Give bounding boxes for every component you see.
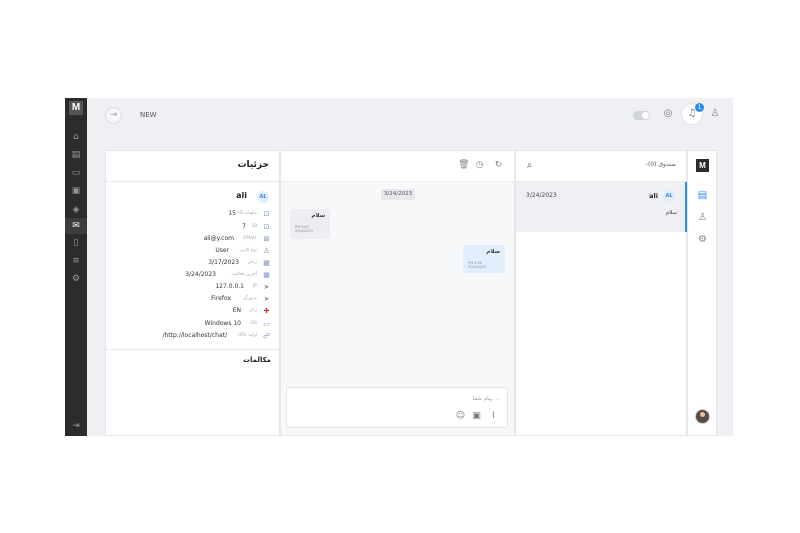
lock-icon: ⊡ [263, 223, 270, 231]
detail-row: ▦ آخرین فعالیت 3/24/2023 [185, 271, 270, 279]
send-icon: ➤ [263, 295, 270, 303]
avatar: AL [257, 191, 269, 203]
conversation-preview: سلام [665, 210, 677, 216]
notification-badge: 1 [695, 103, 704, 112]
right-icon-column: M ▤ ♙ ⚙ [687, 150, 717, 436]
divider [106, 349, 279, 350]
trash-icon[interactable]: 🗑 [458, 160, 469, 171]
app-logo: M [69, 101, 83, 115]
conversation-date: 3/24/2023 [526, 192, 557, 199]
phone-icon[interactable]: ▯ [70, 237, 82, 249]
details-header: جزئیات [106, 151, 279, 182]
inbox-select[interactable]: صندوق (0) [648, 161, 676, 168]
send-icon: ➤ [263, 283, 270, 291]
details-panel: جزئیات AL ali ⊡ ID ماهیانه 15 ⊡ ID 7 ⊠ E… [105, 150, 280, 436]
inbox-panel: ⌕ ⌄ صندوق (0) 3/24/2023 AL ali سلام [515, 150, 687, 436]
detail-row: ➤ IP 127.0.0.1 [215, 283, 270, 291]
calendar-icon: ▦ [263, 271, 270, 279]
brand-logo: M [696, 159, 709, 172]
document-icon[interactable]: ▤ [70, 149, 82, 161]
paint-bucket-icon[interactable]: ◈ [70, 204, 82, 216]
image-icon[interactable]: ▭ [70, 167, 82, 179]
inbox-header: ⌕ ⌄ صندوق (0) [516, 151, 686, 182]
agent-avatar[interactable] [695, 409, 710, 424]
chat-panel: 🗑 ◷ ↻ 3/24/2023 سلام PM 4:07 3/24/2023 س… [280, 150, 515, 436]
user-icon: ♙ [263, 247, 270, 255]
outgoing-message: سلام PM 4:00 3/24/2023 [463, 245, 505, 273]
avatar: AL [663, 190, 675, 202]
detail-row: ⊡ ID ماهیانه 15 [228, 210, 270, 218]
lock-icon: ⊡ [263, 210, 270, 218]
detail-row: ▭ OS Windows 10 [204, 320, 270, 328]
settings-icon[interactable]: ⚙ [70, 273, 82, 285]
detail-row: ▦ زمان 3/17/2023 [208, 259, 270, 267]
app-window: M ⌂ ▤ ▭ ▣ ◈ ✉ ▯ ≡ ⚙ ⇥ → NEW ◎ ♫ 1 ♙ جزئی… [65, 98, 733, 436]
quick-reply-icon[interactable]: ▣ [471, 411, 482, 422]
flag-icon: ✚ [263, 307, 270, 315]
detail-row: ➤ مرورگر Firefox [211, 295, 270, 303]
detail-row: ✚ زبان EN [232, 307, 270, 315]
top-bar: → NEW ◎ ♫ 1 ♙ [87, 98, 733, 134]
message-input-placeholder[interactable]: پیام شما ... [473, 396, 499, 402]
search-icon[interactable]: ⌕ [524, 160, 535, 171]
logout-icon[interactable]: ⇥ [70, 420, 82, 432]
detail-row: ☍ URL اولیه /http://localhost/chat/ [162, 332, 271, 340]
incoming-message: سلام PM 4:07 3/24/2023 [290, 209, 330, 239]
detail-row: ⊡ ID 7 [242, 223, 270, 231]
arrow-right-icon[interactable]: → [105, 107, 122, 124]
calls-title: مکالمات [242, 356, 271, 364]
clock-icon[interactable]: ◷ [474, 160, 485, 171]
page-title: NEW [140, 111, 157, 119]
theme-toggle[interactable] [633, 111, 650, 120]
message-composer[interactable]: پیام شما ... ☺ ▣ ⌇ [286, 387, 508, 428]
details-title: جزئیات [237, 160, 269, 170]
detail-row: ⊠ EMAIL ali@y.com [203, 235, 270, 243]
mail-icon: ⊠ [263, 235, 270, 243]
conversation-item[interactable]: 3/24/2023 AL ali سلام [516, 182, 687, 232]
chat-header: 🗑 ◷ ↻ [281, 151, 514, 182]
home-icon[interactable]: ⌂ [70, 131, 82, 143]
settings-icon[interactable]: ⚙ [696, 233, 709, 246]
link-icon: ☍ [262, 332, 271, 340]
chat-icon[interactable]: ▤ [696, 189, 709, 202]
side-rail: M ⌂ ▤ ▭ ▣ ◈ ✉ ▯ ≡ ⚙ ⇥ [65, 98, 87, 436]
globe-icon[interactable]: ◎ [662, 108, 674, 120]
emoji-icon[interactable]: ☺ [455, 411, 466, 422]
detail-row: ♙ نوع کاربر User [215, 247, 270, 255]
briefcase-icon[interactable]: ▣ [70, 185, 82, 197]
user-icon[interactable]: ♙ [709, 108, 721, 120]
user-name: ali [236, 191, 247, 200]
user-icon[interactable]: ♙ [696, 211, 709, 224]
refresh-icon[interactable]: ↻ [493, 160, 504, 171]
calendar-icon: ▦ [263, 259, 270, 267]
monitor-icon: ▭ [263, 320, 270, 328]
mail-icon[interactable]: ✉ [70, 220, 82, 232]
attachment-icon[interactable]: ⌇ [488, 411, 499, 422]
conversation-name: ali [649, 192, 658, 200]
date-chip: 3/24/2023 [381, 189, 415, 200]
list-icon[interactable]: ≡ [70, 255, 82, 267]
